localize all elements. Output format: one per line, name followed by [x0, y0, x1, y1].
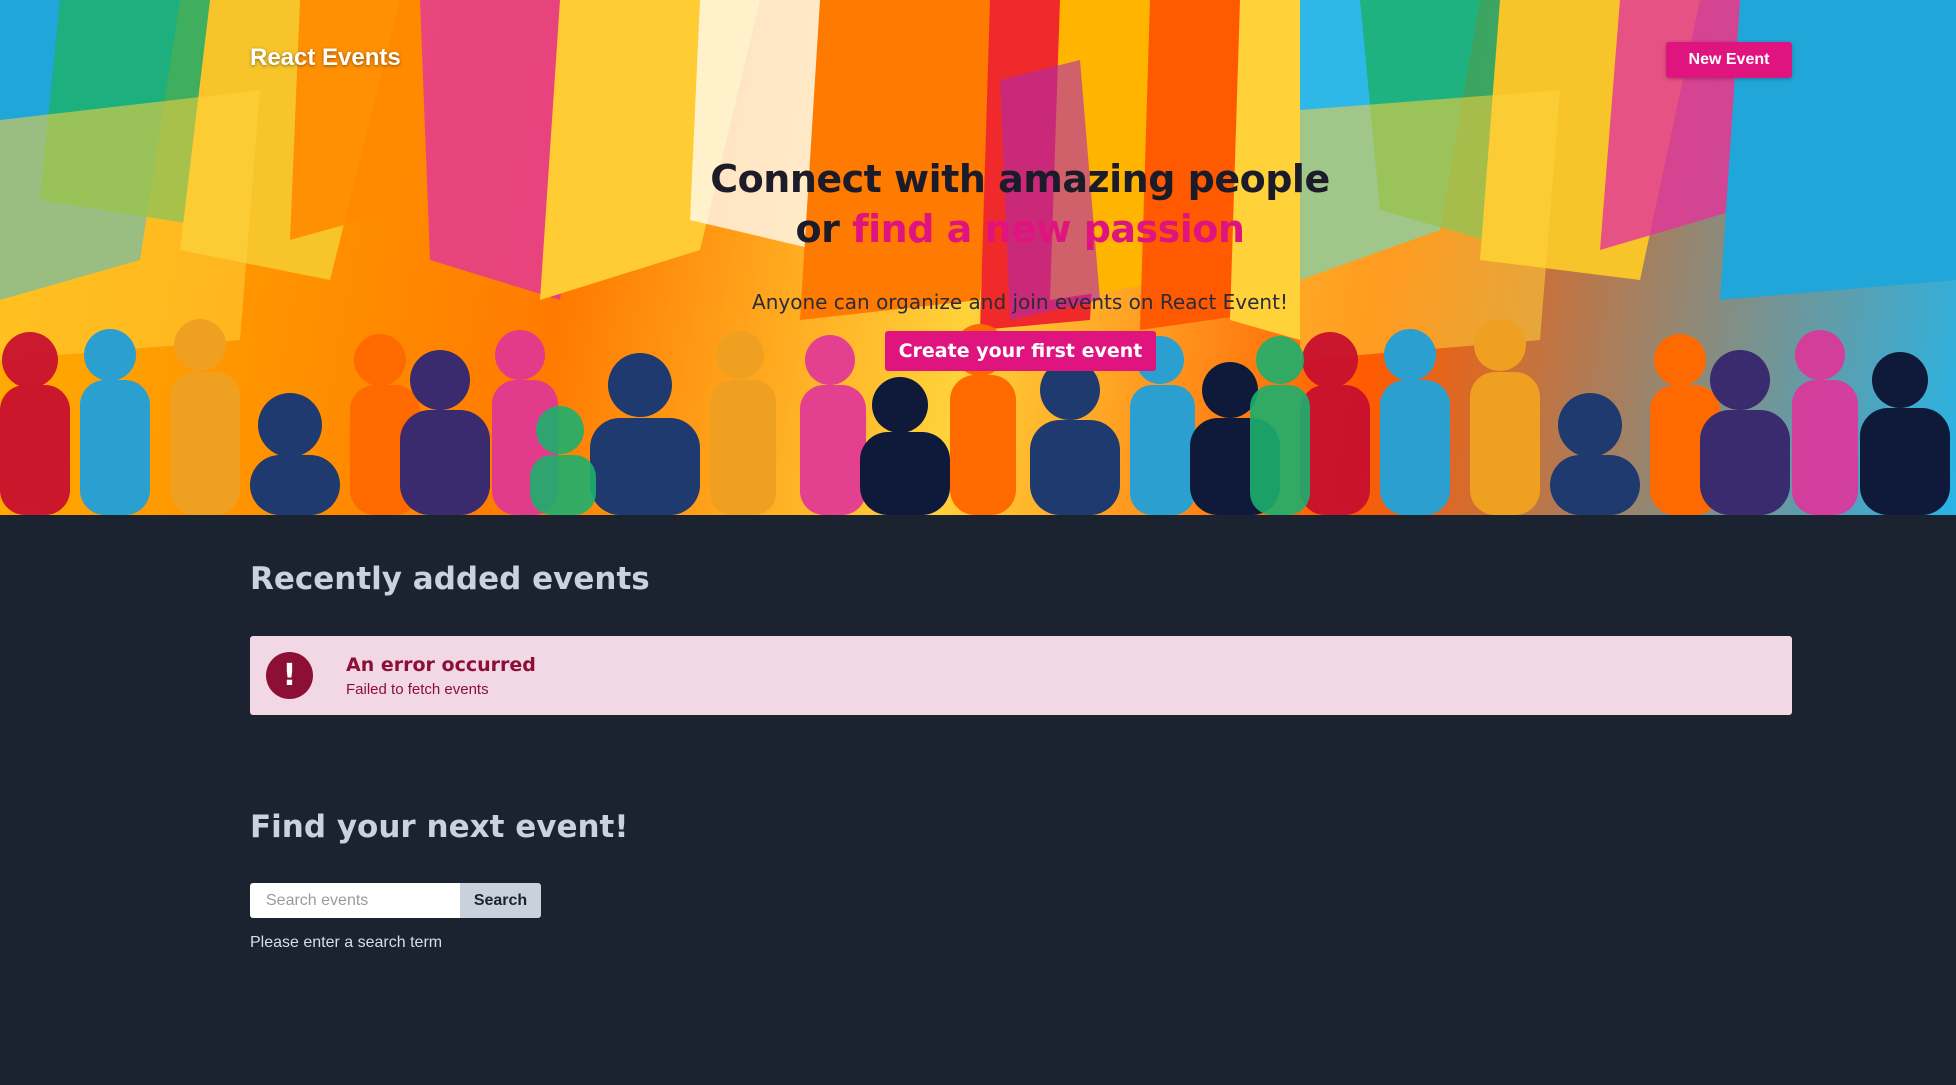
new-event-button[interactable]: New Event: [1666, 42, 1792, 78]
hero-banner: React Events New Event Connect with amaz…: [0, 0, 1956, 515]
find-events-title: Find your next event!: [250, 809, 629, 845]
hero-headline: Connect with amazing people or find a ne…: [620, 154, 1420, 254]
hero-illustration: [0, 0, 1956, 515]
headline-or: or: [795, 207, 840, 251]
headline-line1: Connect with amazing people: [710, 157, 1330, 201]
search-button[interactable]: Search: [460, 883, 541, 918]
error-title: An error occurred: [346, 654, 536, 676]
headline-accent: find a new passion: [852, 207, 1245, 251]
error-alert: ! An error occurred Failed to fetch even…: [250, 636, 1792, 715]
search-hint: Please enter a search term: [250, 934, 443, 951]
recent-events-title: Recently added events: [250, 561, 650, 597]
error-icon: !: [266, 652, 313, 699]
hero-subline: Anyone can organize and join events on R…: [752, 290, 1288, 314]
error-message: Failed to fetch events: [346, 681, 489, 698]
create-first-event-button[interactable]: Create your first event: [885, 331, 1156, 371]
search-input[interactable]: [250, 883, 460, 918]
brand-logo[interactable]: React Events: [250, 44, 401, 72]
